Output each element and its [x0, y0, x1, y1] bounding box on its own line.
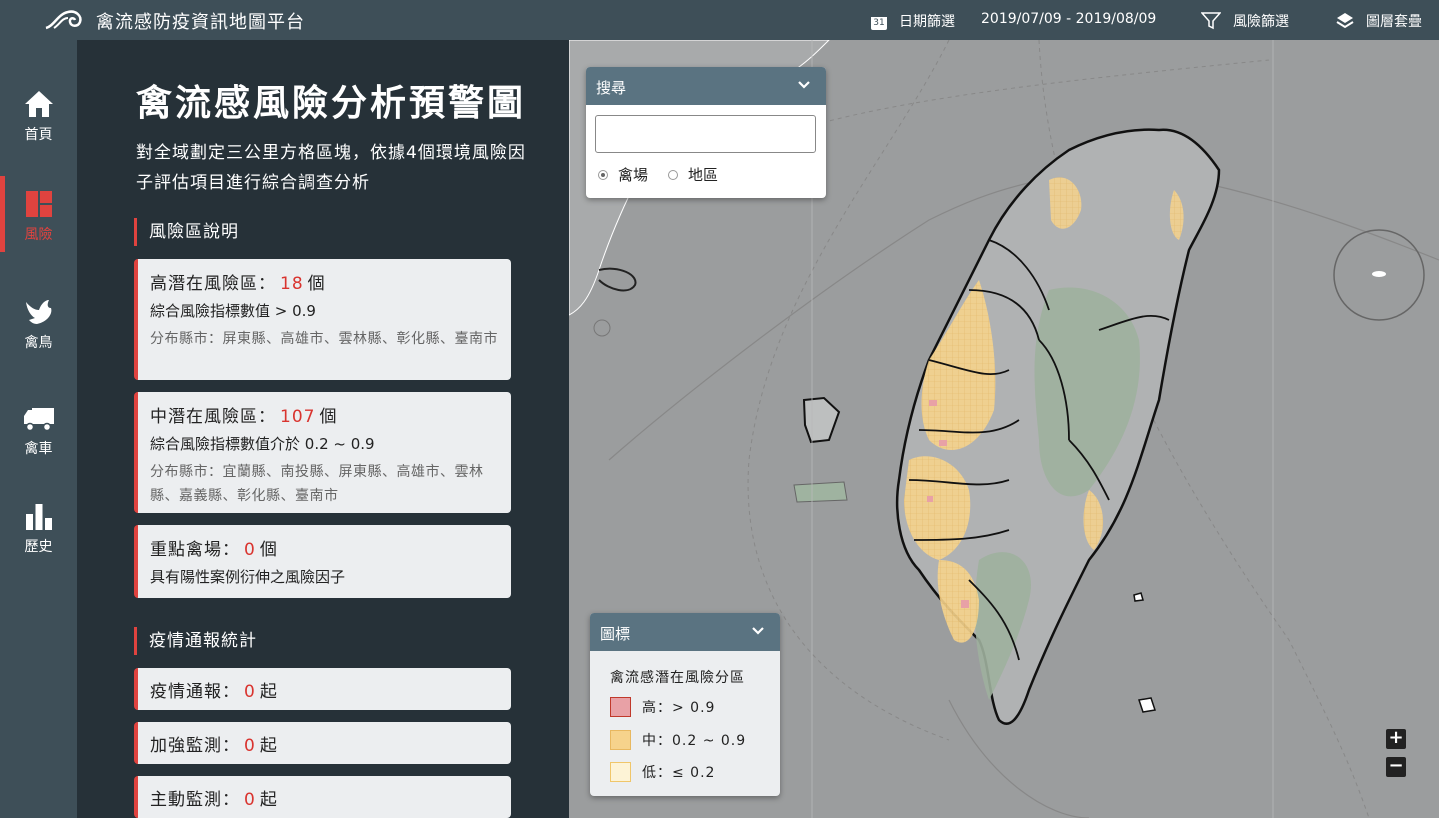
bar-chart-icon	[26, 504, 52, 530]
search-input[interactable]	[595, 115, 816, 153]
filter-icon	[1201, 12, 1221, 30]
card-subtitle: 具有陽性案例衍伸之風險因子	[150, 568, 346, 586]
sidebar-item-label: 風險	[24, 227, 53, 243]
layers-icon	[1336, 13, 1354, 29]
card-count: 18	[280, 274, 304, 294]
risk-card-key-farm: 重點禽場： 0 個 具有陽性案例衍伸之風險因子	[134, 525, 511, 598]
app-title: 禽流感防疫資訊地圖平台	[96, 12, 305, 33]
search-panel: 搜尋 禽場 地區	[586, 67, 826, 198]
sidebar-item-label: 禽車	[24, 441, 53, 457]
sidebar-item-label: 禽鳥	[24, 335, 53, 351]
stat-card-active: 主動監測： 0 起	[134, 776, 511, 818]
risk-filter-button[interactable]: 風險篩選	[1201, 11, 1289, 31]
card-title: 重點禽場： 0 個	[150, 540, 278, 560]
date-filter-label: 日期篩選	[899, 14, 955, 30]
card-title: 中潛在風險區： 107 個	[150, 407, 338, 427]
sidebar-item-label: 歷史	[24, 539, 53, 555]
layer-button[interactable]: 圖層套疊	[1336, 11, 1422, 31]
sidebar-item-label: 首頁	[24, 127, 53, 143]
card-title: 高潛在風險區： 18 個	[150, 274, 326, 294]
calendar-icon: 31	[871, 12, 887, 30]
zoom-out-button[interactable]: −	[1386, 757, 1406, 777]
zoom-in-button[interactable]: +	[1386, 729, 1406, 749]
risk-section-heading: 風險區說明	[134, 218, 239, 246]
card-subtitle: 綜合風險指標數值 > 0.9	[150, 302, 316, 320]
stat-card-enhanced: 加強監測： 0 起	[134, 722, 511, 764]
legend-swatch-high	[610, 697, 631, 717]
card-count: 0	[244, 540, 256, 560]
sidebar-item-risk[interactable]: 風險	[0, 176, 77, 252]
sidebar-item-home[interactable]: 首頁	[0, 76, 77, 152]
legend-item-mid: 中：0.2 ~ 0.9	[610, 730, 746, 750]
card-title: 加強監測： 0 起	[150, 736, 278, 756]
legend-swatch-low	[610, 762, 631, 782]
radio-farm[interactable]	[598, 169, 608, 180]
risk-filter-label: 風險篩選	[1233, 14, 1289, 30]
card-subtitle: 綜合風險指標數值介於 0.2 ~ 0.9	[150, 435, 375, 453]
panel-title: 禽流感風險分析預警圖	[136, 83, 527, 124]
chevron-down-icon[interactable]	[752, 625, 764, 637]
home-icon	[25, 91, 53, 117]
info-panel: 禽流感風險分析預警圖 對全域劃定三公里方格區塊，依據4個環境風險因子評估項目進行…	[77, 40, 569, 818]
bird-icon	[26, 300, 52, 324]
card-title: 主動監測： 0 起	[150, 790, 278, 810]
card-count: 107	[280, 407, 316, 427]
search-header[interactable]: 搜尋	[586, 67, 826, 105]
layer-label: 圖層套疊	[1366, 14, 1422, 30]
card-detail: 分布縣市：屏東縣、高雄市、雲林縣、彰化縣、臺南市	[150, 331, 498, 347]
radio-area-label[interactable]: 地區	[688, 164, 718, 185]
truck-icon	[24, 408, 54, 432]
sidebar-item-bird[interactable]: 禽鳥	[0, 284, 77, 360]
legend-item-low: 低：≤ 0.2	[610, 762, 715, 782]
card-detail: 分布縣市：宜蘭縣、南投縣、屏東縣、高雄市、雲林縣、嘉義縣、彰化縣、臺南市	[150, 464, 484, 504]
card-count: 0	[244, 682, 256, 702]
panel-description: 對全域劃定三公里方格區塊，依據4個環境風險因子評估項目進行綜合調查分析	[136, 143, 526, 193]
risk-card-high: 高潛在風險區： 18 個 綜合風險指標數值 > 0.9 分布縣市：屏東縣、高雄市、雲…	[134, 259, 511, 380]
radio-farm-label[interactable]: 禽場	[618, 164, 648, 185]
top-bar: 禽流感防疫資訊地圖平台 31 日期篩選 2019/07/09 - 2019/08…	[0, 0, 1439, 40]
stats-section-heading: 疫情通報統計	[134, 627, 257, 655]
date-filter-button[interactable]: 31 日期篩選	[871, 11, 955, 31]
card-count: 0	[244, 736, 256, 756]
chevron-down-icon[interactable]	[798, 79, 810, 91]
logo-icon[interactable]	[44, 8, 84, 32]
stat-card-report: 疫情通報： 0 起	[134, 668, 511, 710]
radio-area[interactable]	[668, 169, 679, 180]
card-title: 疫情通報： 0 起	[150, 682, 278, 702]
sidebar-item-history[interactable]: 歷史	[0, 488, 77, 564]
sidebar: 首頁 風險 禽鳥 禽車 歷史	[0, 40, 77, 818]
map-legend: 圖標 禽流感潛在風險分區 高：> 0.9 中：0.2 ~ 0.9 低：≤ 0.2	[590, 613, 780, 796]
risk-icon	[26, 191, 52, 217]
legend-item-high: 高：> 0.9	[610, 697, 715, 717]
card-count: 0	[244, 790, 256, 810]
search-type-options: 禽場 地區	[598, 164, 718, 185]
legend-title: 禽流感潛在風險分區	[610, 670, 745, 686]
legend-header[interactable]: 圖標	[590, 613, 780, 651]
sidebar-item-truck[interactable]: 禽車	[0, 390, 77, 466]
legend-swatch-mid	[610, 730, 631, 750]
risk-card-mid: 中潛在風險區： 107 個 綜合風險指標數值介於 0.2 ~ 0.9 分布縣市：宜蘭…	[134, 392, 511, 513]
date-range[interactable]: 2019/07/09 - 2019/08/09	[981, 11, 1156, 27]
